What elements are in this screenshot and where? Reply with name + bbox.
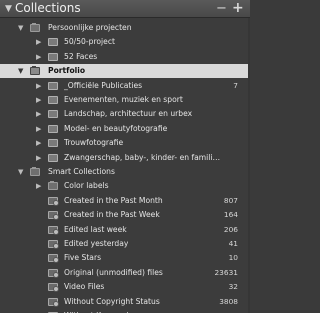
remove-collection-button[interactable]: − bbox=[216, 1, 227, 16]
smart-collection-edited-yesterday[interactable]: Edited yesterday 41 bbox=[0, 237, 250, 251]
collection-trouwfotografie[interactable]: ▶ Trouwfotografie bbox=[0, 136, 250, 150]
collection-label: Evenementen, muziek en sport bbox=[64, 95, 183, 104]
triangle-right-icon[interactable]: ▶ bbox=[36, 35, 41, 49]
add-collection-button[interactable]: + bbox=[232, 0, 244, 16]
collection-label: Five Stars bbox=[64, 253, 102, 263]
smart-collection-color-labels[interactable]: ▶ Color labels bbox=[0, 179, 250, 193]
collection-set-smart-collections[interactable]: ▼ Smart Collections bbox=[0, 165, 250, 179]
smart-collection-without-keywords[interactable]: Without Keywords 20763 bbox=[0, 309, 250, 313]
scrollbar-track[interactable] bbox=[248, 18, 250, 313]
triangle-right-icon[interactable]: ▶ bbox=[36, 50, 41, 64]
smart-collection-icon bbox=[48, 196, 59, 206]
collection-icon bbox=[48, 96, 58, 104]
triangle-right-icon[interactable]: ▶ bbox=[36, 107, 41, 121]
collection-label: Without Keywords bbox=[64, 309, 132, 313]
smart-collection-icon bbox=[48, 225, 59, 235]
collection-label: 50/50-project bbox=[64, 37, 115, 47]
collection-officiele-publicaties[interactable]: ▶ _Officiële Publicaties 7 bbox=[0, 79, 250, 93]
collection-count: 206 bbox=[223, 224, 238, 234]
collection-label: Landschap, architectuur en urbex bbox=[64, 109, 193, 119]
triangle-down-icon[interactable]: ▼ bbox=[18, 21, 23, 35]
smart-collection-icon bbox=[48, 297, 59, 307]
collection-count: 807 bbox=[223, 195, 238, 205]
collection-icon bbox=[48, 124, 58, 133]
collection-label: Created in the Past Week bbox=[64, 210, 160, 220]
collection-label: Zwangerschap, baby-, kinder- en famili… bbox=[64, 152, 221, 162]
collection-50-50-project[interactable]: ▶ 50/50-project bbox=[0, 35, 250, 49]
smart-collection-without-copyright[interactable]: Without Copyright Status 3808 bbox=[0, 295, 250, 309]
collection-icon bbox=[48, 110, 58, 119]
collection-set-icon bbox=[30, 66, 40, 76]
collection-label: Trouwfotografie bbox=[64, 138, 124, 148]
collection-count: 23631 bbox=[214, 267, 238, 277]
triangle-right-icon[interactable]: ▶ bbox=[36, 122, 41, 136]
collection-count: 7 bbox=[233, 80, 238, 90]
collection-count: 20763 bbox=[214, 309, 238, 313]
collection-set-label: Smart Collections bbox=[48, 167, 115, 176]
collection-count: 41 bbox=[228, 239, 238, 248]
collection-set-icon bbox=[48, 181, 58, 191]
smart-collection-five-stars[interactable]: Five Stars 10 bbox=[0, 251, 250, 265]
triangle-right-icon[interactable]: ▶ bbox=[36, 151, 41, 165]
smart-collection-original-files[interactable]: Original (unmodified) files 23631 bbox=[0, 266, 250, 280]
collection-icon bbox=[48, 139, 58, 148]
collection-label: 52 Faces bbox=[64, 51, 98, 61]
collection-icon bbox=[48, 81, 58, 90]
collection-label: Model- en beautyfotografie bbox=[64, 123, 168, 133]
smart-collection-edited-last-week[interactable]: Edited last week 206 bbox=[0, 223, 250, 237]
collection-evenementen[interactable]: ▶ Evenementen, muziek en sport bbox=[0, 93, 250, 107]
collection-label: Video Files bbox=[64, 282, 105, 292]
collection-set-icon bbox=[30, 167, 40, 176]
collection-count: 32 bbox=[228, 282, 238, 292]
collection-set-icon bbox=[30, 23, 40, 32]
collection-set-portfolio[interactable]: ▼ Portfolio bbox=[0, 64, 250, 79]
smart-collection-video-files[interactable]: Video Files 32 bbox=[0, 280, 250, 294]
panel-title: Collections bbox=[15, 1, 81, 15]
collection-label: _Officiële Publicaties bbox=[64, 80, 143, 90]
panel-collapse-icon[interactable]: ▼ bbox=[5, 4, 12, 14]
collection-count: 3808 bbox=[219, 296, 238, 306]
smart-collection-past-week[interactable]: Created in the Past Week 164 bbox=[0, 208, 250, 222]
collections-header[interactable]: ▼ Collections − + bbox=[0, 0, 250, 18]
collection-set-persoonlijke-projecten[interactable]: ▼ Persoonlijke projecten bbox=[0, 21, 250, 35]
triangle-right-icon[interactable]: ▶ bbox=[36, 179, 41, 193]
triangle-right-icon[interactable]: ▶ bbox=[36, 93, 41, 107]
collection-label: Color labels bbox=[64, 181, 109, 191]
triangle-right-icon[interactable]: ▶ bbox=[36, 79, 41, 93]
collection-label: Without Copyright Status bbox=[64, 296, 160, 306]
collection-count: 10 bbox=[228, 253, 238, 263]
collection-label: Edited last week bbox=[64, 224, 127, 234]
collection-count: 164 bbox=[223, 210, 238, 220]
collection-label: Created in the Past Month bbox=[64, 195, 163, 205]
collection-icon bbox=[48, 52, 58, 61]
collection-set-label: Portfolio bbox=[48, 66, 86, 76]
triangle-down-icon[interactable]: ▼ bbox=[18, 165, 23, 179]
collection-set-label: Persoonlijke projecten bbox=[48, 23, 132, 32]
smart-collection-past-month[interactable]: Created in the Past Month 807 bbox=[0, 194, 250, 208]
triangle-down-icon[interactable]: ▼ bbox=[18, 64, 23, 78]
collections-panel: ▼ Collections − + ▼ Persoonlijke project… bbox=[0, 0, 250, 313]
collection-zwangerschap[interactable]: ▶ Zwangerschap, baby-, kinder- en famili… bbox=[0, 151, 250, 165]
collection-52-faces[interactable]: ▶ 52 Faces bbox=[0, 50, 250, 64]
triangle-right-icon[interactable]: ▶ bbox=[36, 136, 41, 150]
collection-label: Original (unmodified) files bbox=[64, 267, 163, 277]
smart-collection-icon bbox=[48, 283, 59, 293]
collection-label: Edited yesterday bbox=[64, 239, 129, 248]
smart-collection-icon bbox=[48, 254, 59, 264]
collection-icon bbox=[48, 153, 58, 162]
collection-icon bbox=[48, 38, 58, 47]
collection-model-beauty[interactable]: ▶ Model- en beautyfotografie bbox=[0, 122, 250, 136]
smart-collection-icon bbox=[48, 268, 59, 278]
smart-collection-icon bbox=[48, 240, 59, 249]
smart-collection-icon bbox=[48, 211, 59, 221]
collection-landschap[interactable]: ▶ Landschap, architectuur en urbex bbox=[0, 107, 250, 121]
